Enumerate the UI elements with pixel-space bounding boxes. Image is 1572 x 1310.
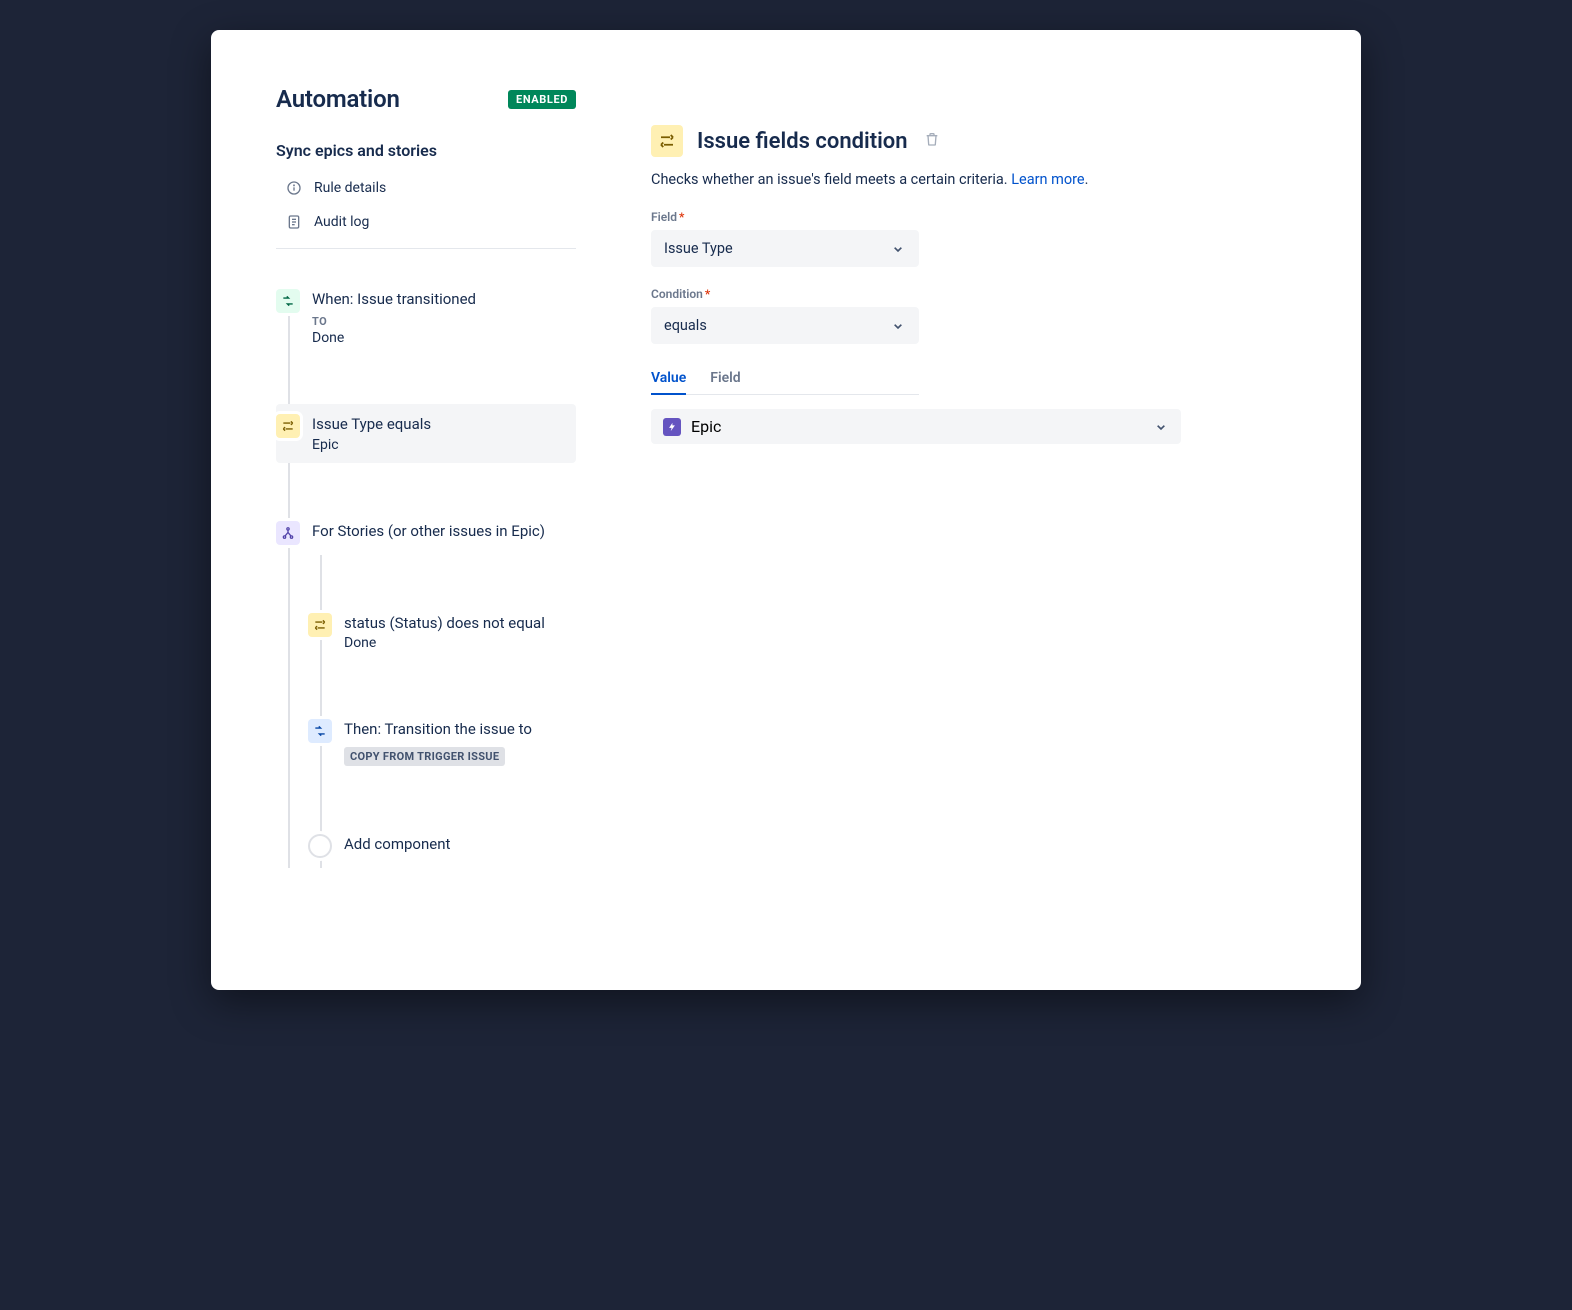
audit-log-link[interactable]: Audit log — [276, 210, 576, 234]
epic-icon — [663, 418, 681, 436]
rule-name: Sync epics and stories — [276, 141, 576, 160]
condition-title: Issue Type equals — [312, 414, 566, 434]
condition-icon — [276, 414, 300, 438]
add-icon — [308, 834, 332, 858]
action-icon — [308, 719, 332, 743]
chevron-down-icon — [890, 318, 906, 334]
tab-value[interactable]: Value — [651, 364, 686, 394]
flow-trigger[interactable]: When: Issue transitioned TO Done — [276, 279, 576, 356]
panel-icon — [651, 125, 683, 157]
condition-select-value: equals — [664, 317, 707, 334]
value-select[interactable]: Epic — [651, 409, 1181, 444]
rule-details-label: Rule details — [314, 180, 386, 196]
rule-details-link[interactable]: Rule details — [276, 176, 576, 200]
flow-action[interactable]: Then: Transition the issue to COPY FROM … — [308, 709, 576, 776]
field-select-value: Issue Type — [664, 240, 733, 257]
action-lozenge: COPY FROM TRIGGER ISSUE — [344, 747, 505, 766]
flow-add-component[interactable]: Add component — [308, 824, 576, 868]
value-select-value: Epic — [691, 417, 721, 436]
page-title: Automation — [276, 85, 400, 113]
trigger-value: Done — [312, 330, 566, 346]
flow-nested-condition[interactable]: status (Status) does not equal Done — [308, 603, 576, 661]
delete-button[interactable] — [924, 131, 940, 151]
divider — [276, 248, 576, 249]
nested-condition-value: Done — [344, 635, 566, 651]
trash-icon — [924, 131, 940, 147]
flow-condition[interactable]: Issue Type equals Epic — [276, 404, 576, 462]
trigger-title: When: Issue transitioned — [312, 289, 566, 309]
panel-title: Issue fields condition — [697, 129, 908, 154]
panel-desc: Checks whether an issue's field meets a … — [651, 171, 1316, 188]
flow-branch[interactable]: For Stories (or other issues in Epic) — [276, 511, 576, 555]
condition-value: Epic — [312, 437, 566, 453]
chevron-down-icon — [1153, 419, 1169, 435]
condition-label: Condition* — [651, 287, 1316, 301]
tab-field[interactable]: Field — [710, 364, 740, 394]
audit-log-label: Audit log — [314, 214, 369, 230]
value-field-tabs: Value Field — [651, 364, 919, 395]
condition-select[interactable]: equals — [651, 307, 919, 344]
trigger-icon — [276, 289, 300, 313]
branch-title: For Stories (or other issues in Epic) — [312, 521, 566, 541]
chevron-down-icon — [890, 241, 906, 257]
field-label: Field* — [651, 210, 1316, 224]
field-select[interactable]: Issue Type — [651, 230, 919, 267]
info-icon — [286, 180, 302, 196]
learn-more-link[interactable]: Learn more — [1011, 171, 1084, 188]
add-label: Add component — [344, 834, 566, 854]
nested-condition-icon — [308, 613, 332, 637]
status-badge: ENABLED — [508, 90, 576, 109]
action-title: Then: Transition the issue to — [344, 719, 566, 739]
trigger-sub: TO — [312, 315, 566, 328]
nested-condition-title: status (Status) does not equal — [344, 613, 566, 633]
document-icon — [286, 214, 302, 230]
branch-icon — [276, 521, 300, 545]
